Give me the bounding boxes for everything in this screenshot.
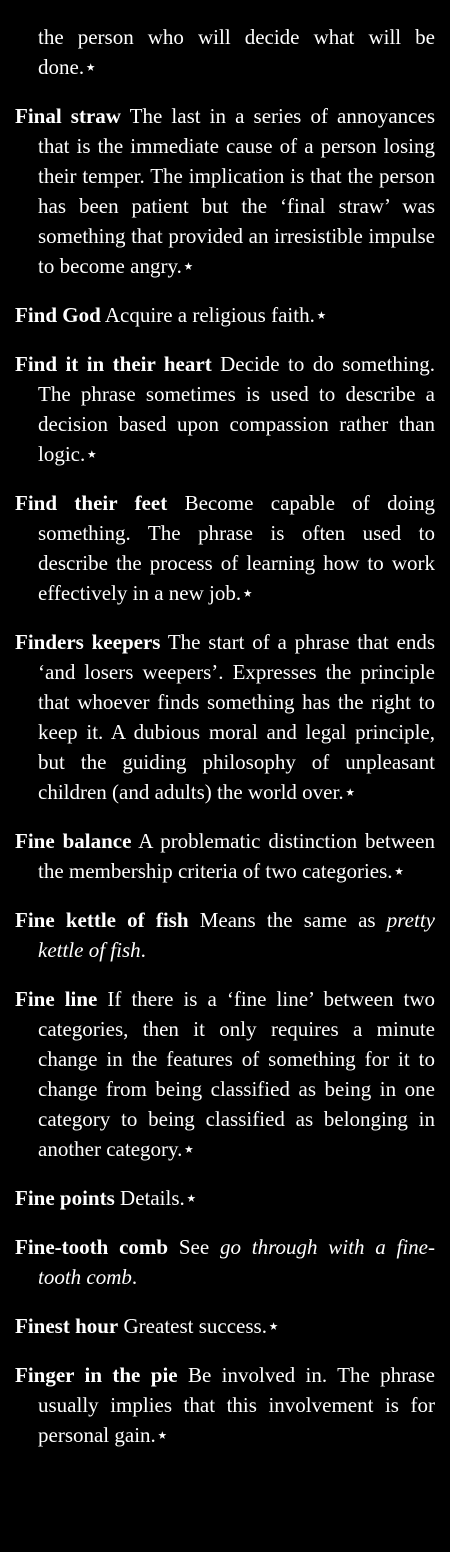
entry-definition: If there is a ‘fine line’ between two ca… [38,987,435,1161]
dictionary-page: the person who will decide what will be … [0,0,450,1552]
dictionary-entry: Finger in the pie Be involved in. The ph… [15,1360,435,1450]
dictionary-entry-continued: the person who will decide what will be … [15,22,435,82]
entry-term: Finest hour [15,1314,119,1338]
dictionary-entry: Find God Acquire a religious faith.⋆ [15,300,435,330]
entry-term: Find their feet [15,491,168,515]
entry-definition: Greatest success.⋆ [118,1314,281,1338]
dictionary-entry: Finest hour Greatest success.⋆ [15,1311,435,1341]
entry-term: Finders keepers [15,630,161,654]
entry-term: Find it in their heart [15,352,212,376]
entry-definition: The start of a phrase that ends ‘and los… [38,630,435,804]
dictionary-entry: Fine line If there is a ‘fine line’ betw… [15,984,435,1164]
entry-term: Final straw [15,104,121,128]
dictionary-entry: Finders keepers The start of a phrase th… [15,627,435,807]
entry-definition: the person who will decide what will be … [38,25,435,79]
entry-punctuation: . [140,938,146,962]
dictionary-entry: Fine points Details.⋆ [15,1183,435,1213]
dictionary-entry: Find their feet Become capable of doing … [15,488,435,608]
entry-term: Fine points [15,1186,115,1210]
dictionary-entry: Final straw The last in a series of anno… [15,101,435,281]
entry-term: Find God [15,303,101,327]
entry-definition: Details.⋆ [114,1186,198,1210]
entry-term: Fine line [15,987,98,1011]
entry-term: Fine-tooth comb [15,1235,169,1259]
entry-term: Finger in the pie [15,1363,178,1387]
entry-definition: The last in a series of annoyances that … [38,104,435,278]
entry-term: Fine balance [15,829,132,853]
entry-definition: See [168,1235,220,1259]
dictionary-entry: Fine balance A problematic distinction b… [15,826,435,886]
dictionary-entry: Find it in their heart Decide to do some… [15,349,435,469]
dictionary-entry: Fine-tooth comb See go through with a fi… [15,1232,435,1292]
entry-definition: Means the same as [188,908,387,932]
entry-term: Fine kettle of fish [15,908,189,932]
entry-punctuation: . [131,1265,138,1289]
dictionary-entry: Fine kettle of fish Means the same as pr… [15,905,435,965]
entry-definition: Acquire a religious faith.⋆ [100,303,328,327]
